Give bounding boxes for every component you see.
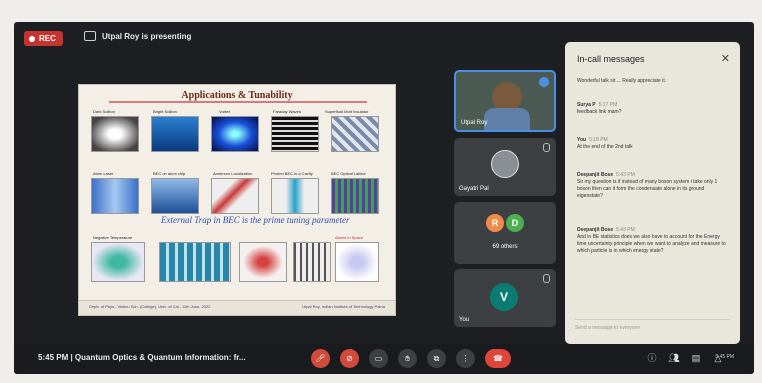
slide-caption: BEC Optical Lattice bbox=[331, 171, 366, 176]
slide-caption: Atoms in Space bbox=[335, 235, 364, 240]
slide-figure bbox=[293, 242, 331, 282]
message-time: 5:43 PM bbox=[616, 227, 635, 233]
participant-tile-others[interactable]: R D 69 others bbox=[454, 202, 556, 264]
meeting-time-title: 5:45 PM | Quantum Optics & Quantum Infor… bbox=[38, 353, 246, 362]
call-controls: 🎤︎ ⊘ ▭ ✋︎ ⧉ ⋮ ☎︎ bbox=[311, 349, 511, 368]
slide-caption: Photon BEC in a Cavity bbox=[271, 171, 313, 176]
participant-name: You bbox=[459, 317, 470, 323]
panel-title: In-call messages bbox=[577, 54, 645, 64]
chat-input[interactable]: Send a message to everyone bbox=[575, 319, 730, 336]
participant-name: Gayatri Pal bbox=[459, 186, 489, 192]
more-options-button[interactable]: ⋮ bbox=[456, 349, 475, 368]
slide-figure bbox=[151, 116, 199, 152]
avatar: R bbox=[486, 214, 504, 232]
recording-badge: REC bbox=[24, 31, 63, 46]
raise-hand-button[interactable]: ✋︎ bbox=[398, 349, 417, 368]
slide-caption: BEC on atom chip bbox=[153, 171, 186, 176]
slide-caption: Vortex bbox=[219, 109, 231, 114]
message-sender: Surya P bbox=[577, 102, 596, 108]
slide-figure bbox=[151, 178, 199, 214]
message-time: 5:18 PM bbox=[589, 137, 608, 143]
mic-off-icon bbox=[543, 143, 550, 152]
slide-figure bbox=[335, 242, 379, 282]
slide-figure bbox=[91, 242, 145, 282]
slide-figure bbox=[271, 116, 319, 152]
camera-off-button[interactable]: ⊘ bbox=[340, 349, 359, 368]
system-clock: 5:45 PM bbox=[715, 354, 734, 360]
presenter-shirt bbox=[484, 108, 530, 130]
in-call-messages-panel: In-call messages ✕ Wonderful talk sir...… bbox=[565, 42, 740, 344]
slide-figure bbox=[239, 242, 287, 282]
slide-figure bbox=[211, 116, 259, 152]
chat-message: Wonderful talk sir.... Really appreciate… bbox=[577, 78, 727, 85]
meet-screen: REC Utpal Roy is presenting Applications… bbox=[14, 22, 754, 374]
participant-tile-presenter[interactable]: Utpal Roy bbox=[454, 70, 556, 132]
captions-button[interactable]: ▭ bbox=[369, 349, 388, 368]
top-bar: REC Utpal Roy is presenting bbox=[14, 22, 554, 52]
close-icon[interactable]: ✕ bbox=[721, 52, 730, 65]
message-sender: You bbox=[577, 137, 587, 143]
present-button[interactable]: ⧉ bbox=[427, 349, 446, 368]
slide-caption: Superfluid Mott Insulator bbox=[325, 109, 369, 114]
slide-figure bbox=[211, 178, 259, 214]
message-text: Sir my question is if instead of many bo… bbox=[577, 179, 718, 199]
slide-figure bbox=[91, 178, 139, 214]
slide-title-underline bbox=[109, 101, 367, 103]
message-time: 5:17 PM bbox=[598, 102, 618, 108]
presenter-status: Utpal Roy is presenting bbox=[84, 31, 191, 41]
avatar: D bbox=[506, 214, 524, 232]
slide-figure bbox=[271, 178, 319, 214]
participant-tile-gayatri[interactable]: Gayatri Pal bbox=[454, 138, 556, 196]
people-icon[interactable]: 👥︎ bbox=[668, 352, 680, 364]
slide-footer-left: Deptt. of Phys., Vishnu Sch. (College), … bbox=[89, 304, 211, 309]
rec-label: REC bbox=[39, 34, 56, 43]
message-sender: Deepanjit Bose bbox=[577, 227, 614, 233]
slide-caption: Negative Temperature bbox=[93, 235, 133, 240]
slide-footer: Deptt. of Phys., Vishnu Sch. (College), … bbox=[79, 300, 395, 315]
participant-name: Utpal Roy bbox=[461, 120, 488, 126]
avatar bbox=[491, 150, 519, 178]
record-dot-icon bbox=[29, 35, 35, 42]
mic-off-button[interactable]: 🎤︎ bbox=[311, 349, 330, 368]
slide-title: Applications & Tunability bbox=[181, 90, 293, 101]
speaking-indicator-icon bbox=[539, 77, 549, 87]
info-icon[interactable]: ⓘ bbox=[646, 352, 658, 364]
slide-figure bbox=[331, 116, 379, 152]
slide-note: External Trap in BEC is the prime tuning… bbox=[161, 215, 350, 225]
chat-message: Surya P 5:17 PM feedback link mam? bbox=[577, 102, 727, 116]
message-time: 5:43 PM bbox=[616, 172, 635, 178]
message-sender: Deepanjit Bose bbox=[577, 172, 614, 178]
slide-figure bbox=[159, 242, 231, 282]
slide-footer-right: Utpal Roy, Indian Institute of Technolog… bbox=[302, 304, 385, 309]
slide-figure bbox=[331, 178, 379, 214]
presented-slide: Applications & Tunability Dark Soliton B… bbox=[78, 84, 396, 316]
message-text: At the end of the 2nd talk bbox=[577, 144, 633, 150]
participant-tile-you[interactable]: V You bbox=[454, 269, 556, 327]
chat-message: Deepanjit Bose 5:43 PM And in BE statisti… bbox=[577, 227, 727, 255]
message-text: feedback link mam? bbox=[577, 109, 622, 115]
others-count: 69 others bbox=[492, 244, 518, 250]
side-controls: ⓘ 👥︎ ▤ △ bbox=[646, 352, 724, 364]
slide-figure bbox=[91, 116, 139, 152]
present-screen-icon bbox=[84, 31, 96, 41]
message-text: Wonderful talk sir.... Really appreciate… bbox=[577, 78, 667, 84]
bottom-bar: 5:45 PM | Quantum Optics & Quantum Infor… bbox=[14, 344, 754, 374]
slide-caption: Anderson Localization bbox=[213, 171, 253, 176]
slide-caption: Dark Soliton bbox=[93, 109, 115, 114]
mic-off-icon bbox=[543, 274, 550, 283]
chat-message: Deepanjit Bose 5:43 PM Sir my question is… bbox=[577, 172, 727, 200]
slide-caption: Bright Soliton bbox=[153, 109, 177, 114]
chat-icon[interactable]: ▤ bbox=[690, 352, 702, 364]
avatar: V bbox=[490, 283, 518, 311]
message-text: And in BE statistics does we also have t… bbox=[577, 234, 726, 254]
end-call-button[interactable]: ☎︎ bbox=[485, 349, 511, 368]
slide-caption: Faraday Waves bbox=[273, 109, 301, 114]
presenter-text: Utpal Roy is presenting bbox=[102, 31, 192, 41]
chat-message: You 5:18 PM At the end of the 2nd talk bbox=[577, 137, 727, 151]
slide-caption: Atom Laser bbox=[93, 171, 114, 176]
